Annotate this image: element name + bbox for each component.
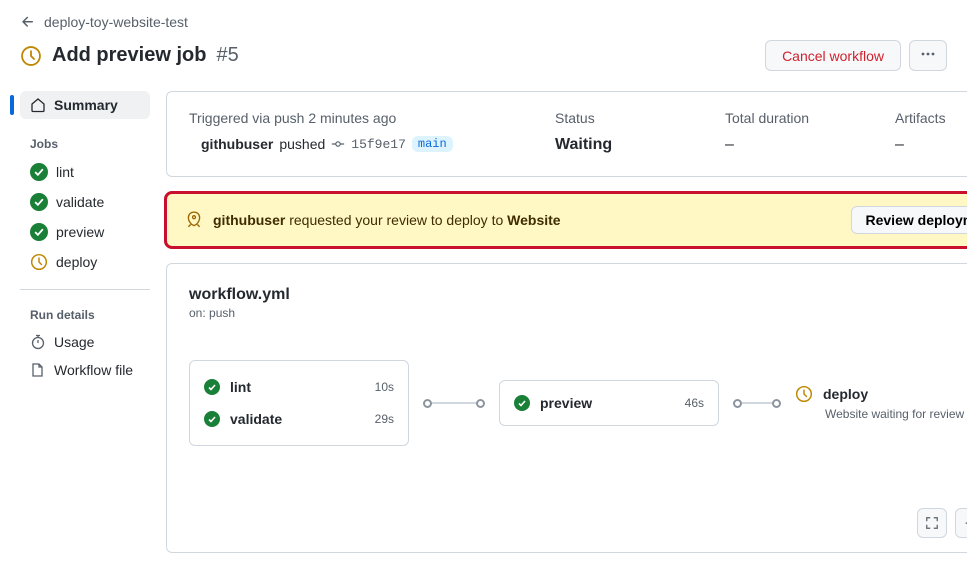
review-deployments-button[interactable]: Review deployments (851, 206, 967, 234)
stopwatch-icon (30, 334, 46, 350)
trigger-line: githubuser pushed 15f9e17 main (189, 136, 505, 152)
sidebar-item-label: Summary (54, 97, 118, 113)
sidebar-job-validate[interactable]: validate (20, 187, 150, 217)
artifacts-value: – (895, 136, 967, 154)
sidebar-rundetails-heading: Run details (20, 302, 150, 328)
graph-group-1[interactable]: lint 10s validate 29s (189, 360, 409, 446)
arrow-left-icon (20, 14, 36, 30)
page-title: Add preview job #5 (20, 44, 239, 67)
run-number: #5 (216, 44, 238, 67)
sidebar-item-label: lint (56, 164, 74, 180)
check-circle-icon (204, 411, 220, 427)
job-name: validate (230, 411, 282, 427)
branch-label[interactable]: main (412, 136, 453, 152)
sidebar-item-label: Workflow file (54, 362, 133, 378)
triggered-label: Triggered via push 2 minutes ago (189, 110, 505, 126)
action-verb: pushed (279, 136, 325, 152)
sidebar: Summary Jobs lint validate preview deplo… (20, 91, 150, 553)
kebab-menu-button[interactable] (909, 40, 947, 71)
job-duration: 46s (685, 396, 704, 410)
job-duration: 29s (375, 412, 394, 426)
sidebar-jobs-heading: Jobs (20, 131, 150, 157)
duration-value: – (725, 136, 845, 154)
workflow-filename: workflow.yml (189, 286, 967, 304)
sidebar-item-label: validate (56, 194, 104, 210)
graph-job-preview[interactable]: preview 46s (499, 380, 719, 426)
status-label: Status (555, 110, 675, 126)
sidebar-item-label: deploy (56, 254, 97, 270)
run-title: Add preview job (52, 44, 206, 67)
workflow-graph: lint 10s validate 29s (189, 360, 967, 446)
sidebar-item-label: preview (56, 224, 104, 240)
job-duration: 10s (375, 380, 394, 394)
divider (20, 289, 150, 290)
sidebar-job-preview[interactable]: preview (20, 217, 150, 247)
zoom-controls: − + (917, 508, 967, 538)
zoom-out-button[interactable]: − (955, 508, 967, 538)
clock-icon (795, 385, 813, 403)
status-value: Waiting (555, 136, 675, 154)
clock-icon (20, 45, 42, 67)
graph-job-deploy[interactable]: deploy Website waiting for review (795, 385, 967, 421)
graph-job-validate[interactable]: validate 29s (204, 403, 394, 435)
rocket-icon (185, 211, 203, 229)
file-icon (30, 362, 46, 378)
job-name: deploy (823, 386, 868, 402)
check-circle-icon (30, 163, 48, 181)
home-icon (30, 97, 46, 113)
check-circle-icon (30, 223, 48, 241)
connector (423, 399, 485, 408)
commit-sha[interactable]: 15f9e17 (351, 137, 406, 152)
check-circle-icon (30, 193, 48, 211)
sidebar-item-label: Usage (54, 334, 94, 350)
back-link-text: deploy-toy-website-test (44, 14, 188, 30)
workflow-trigger: on: push (189, 306, 967, 320)
fullscreen-button[interactable] (917, 508, 947, 538)
graph-job-lint[interactable]: lint 10s (204, 371, 394, 403)
artifacts-label: Artifacts (895, 110, 967, 126)
sidebar-usage[interactable]: Usage (20, 328, 150, 356)
commit-icon (331, 137, 345, 151)
review-banner: githubuser requested your review to depl… (166, 193, 967, 247)
sidebar-summary[interactable]: Summary (20, 91, 150, 119)
job-name: preview (540, 395, 592, 411)
fullscreen-icon (925, 516, 939, 530)
kebab-icon (920, 46, 936, 62)
duration-label: Total duration (725, 110, 845, 126)
workflow-panel: workflow.yml on: push lint 10s vali (166, 263, 967, 553)
job-name: lint (230, 379, 251, 395)
back-link[interactable]: deploy-toy-website-test (20, 10, 947, 34)
sidebar-job-lint[interactable]: lint (20, 157, 150, 187)
check-circle-icon (204, 379, 220, 395)
clock-icon (30, 253, 48, 271)
check-circle-icon (514, 395, 530, 411)
cancel-workflow-button[interactable]: Cancel workflow (765, 40, 901, 71)
sidebar-workflow-file[interactable]: Workflow file (20, 356, 150, 384)
review-text: githubuser requested your review to depl… (213, 212, 561, 228)
sidebar-job-deploy[interactable]: deploy (20, 247, 150, 277)
actor-name[interactable]: githubuser (201, 136, 273, 152)
connector (733, 399, 781, 408)
run-meta-panel: Triggered via push 2 minutes ago githubu… (166, 91, 967, 177)
deploy-substatus: Website waiting for review (825, 407, 967, 421)
